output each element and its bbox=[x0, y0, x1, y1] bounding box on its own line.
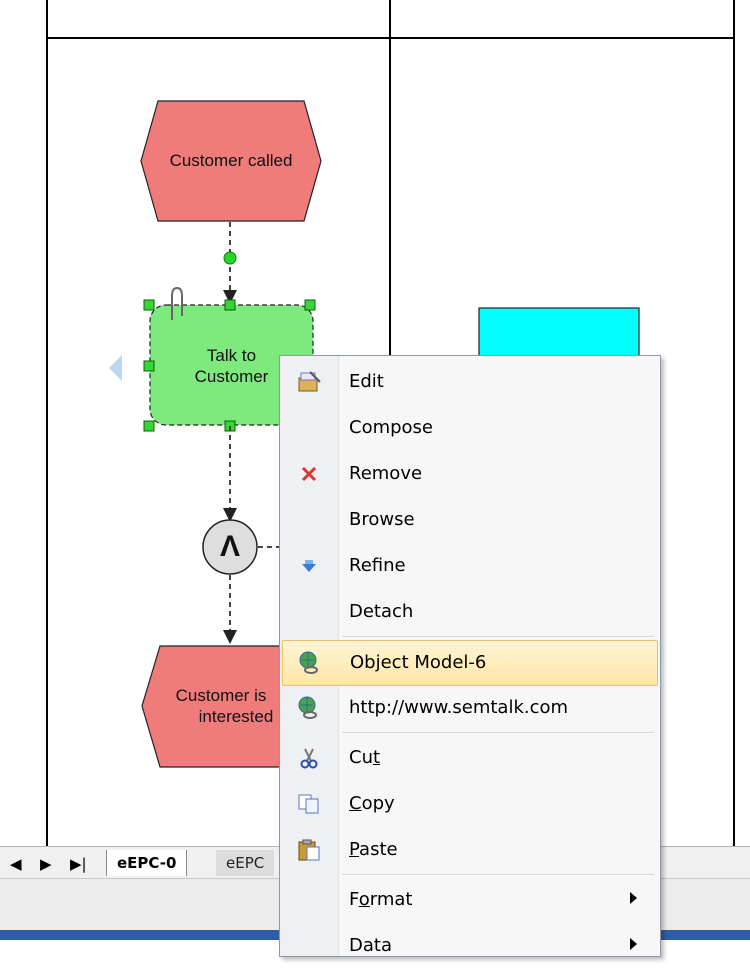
tab-eepc-0[interactable]: eEPC-0 bbox=[106, 850, 188, 876]
paste-icon bbox=[298, 839, 320, 861]
menu-item-refine[interactable]: Refine bbox=[282, 544, 656, 588]
expand-left-marker[interactable] bbox=[109, 355, 122, 381]
arrowhead bbox=[223, 630, 237, 644]
remove-x-icon bbox=[301, 466, 317, 482]
paste-label: Paste bbox=[349, 839, 398, 860]
menu-item-object-model-6[interactable]: Object Model-6 bbox=[282, 640, 658, 686]
menu-item-paste[interactable]: Paste bbox=[282, 828, 656, 872]
scissors-icon bbox=[300, 748, 318, 769]
context-menu[interactable]: Edit Compose Remove Browse Refine Detach bbox=[279, 355, 661, 957]
tab-eepc[interactable]: eEPC bbox=[216, 850, 275, 876]
menu-separator bbox=[342, 636, 654, 637]
menu-item-copy[interactable]: Copy bbox=[282, 782, 656, 826]
menu-item-compose[interactable]: Compose bbox=[282, 406, 656, 450]
menu-item-browse[interactable]: Browse bbox=[282, 498, 656, 542]
tab-next-button[interactable]: ▶ bbox=[40, 855, 52, 873]
connection-point[interactable] bbox=[223, 251, 237, 265]
menu-item-data[interactable]: Data bbox=[282, 924, 656, 968]
cut-label: Cut bbox=[349, 747, 381, 768]
menu-item-cut[interactable]: Cut bbox=[282, 736, 656, 780]
menu-item-edit[interactable]: Edit bbox=[282, 360, 656, 404]
format-label: Format bbox=[349, 889, 413, 910]
refine-arrow-icon bbox=[302, 560, 316, 572]
and-gateway-symbol: Λ bbox=[219, 530, 240, 564]
globe-link-icon bbox=[298, 696, 317, 719]
event-customer-interested-label: Customer is interested bbox=[175, 685, 274, 726]
menu-separator bbox=[342, 732, 654, 733]
menu-item-remove[interactable]: Remove bbox=[282, 452, 656, 496]
event-customer-called-label: Customer called bbox=[169, 151, 293, 171]
menu-item-format[interactable]: Format bbox=[282, 878, 656, 922]
tab-last-button[interactable]: ▶| bbox=[70, 855, 87, 873]
menu-item-detach[interactable]: Detach bbox=[282, 590, 656, 634]
menu-item-url[interactable]: http://www.semtalk.com bbox=[282, 686, 656, 730]
tab-prev-button[interactable]: ◀ bbox=[10, 855, 22, 873]
edit-icon bbox=[298, 371, 321, 392]
copy-icon bbox=[298, 794, 319, 814]
copy-label: Copy bbox=[349, 793, 395, 814]
menu-separator bbox=[342, 874, 654, 875]
globe-link-icon bbox=[299, 651, 318, 674]
submenu-arrow-icon bbox=[630, 892, 637, 904]
